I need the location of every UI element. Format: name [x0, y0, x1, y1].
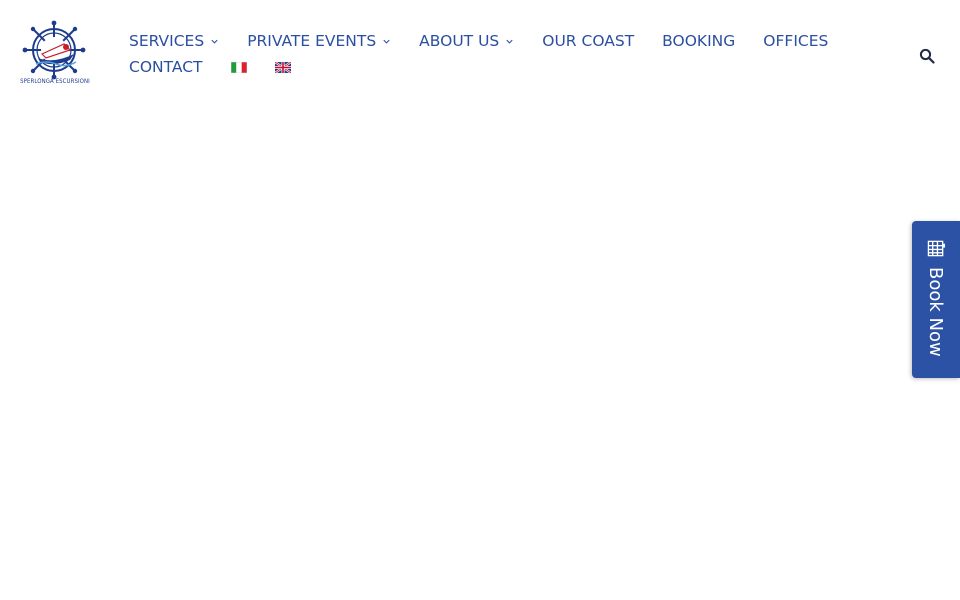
italian-flag-icon[interactable] — [230, 61, 247, 73]
nav-item-label: OFFICES — [763, 32, 829, 50]
site-header: SPERLONGA ESCURSIONI SERVICES PRIVATE EV… — [0, 0, 960, 110]
nav-item-label: SERVICES — [129, 32, 205, 50]
nav-item-private-events[interactable]: PRIVATE EVENTS — [247, 30, 391, 52]
nav-item-our-coast[interactable]: OUR COAST — [542, 30, 634, 52]
book-now-label: Book Now — [925, 267, 946, 357]
nav-item-label: BOOKING — [662, 32, 736, 50]
chevron-down-icon — [211, 39, 218, 44]
ship-wheel-icon — [22, 20, 86, 80]
nav-item-booking[interactable]: BOOKING — [662, 30, 735, 52]
nav-item-label: PRIVATE EVENTS — [247, 32, 377, 50]
chevron-down-icon — [383, 39, 390, 44]
nav-item-about-us[interactable]: ABOUT US — [419, 30, 514, 52]
nav-item-label: OUR COAST — [542, 32, 635, 50]
nav-item-contact[interactable]: CONTACT — [129, 56, 203, 78]
nav-item-services[interactable]: SERVICES — [129, 30, 219, 52]
site-logo[interactable]: SPERLONGA ESCURSIONI — [16, 20, 94, 90]
logo-text: SPERLONGA ESCURSIONI — [20, 78, 90, 85]
book-now-button[interactable]: Book Now — [912, 221, 960, 378]
nav-item-offices[interactable]: OFFICES — [763, 30, 828, 52]
english-flag-icon[interactable] — [274, 61, 291, 73]
calendar-icon — [927, 240, 946, 257]
chevron-down-icon — [506, 39, 513, 44]
nav-item-label: ABOUT US — [419, 32, 500, 50]
main-navigation: SERVICES PRIVATE EVENTS ABOUT US OUR COA… — [129, 30, 869, 78]
nav-item-label: CONTACT — [129, 58, 203, 76]
search-icon[interactable] — [919, 48, 935, 64]
